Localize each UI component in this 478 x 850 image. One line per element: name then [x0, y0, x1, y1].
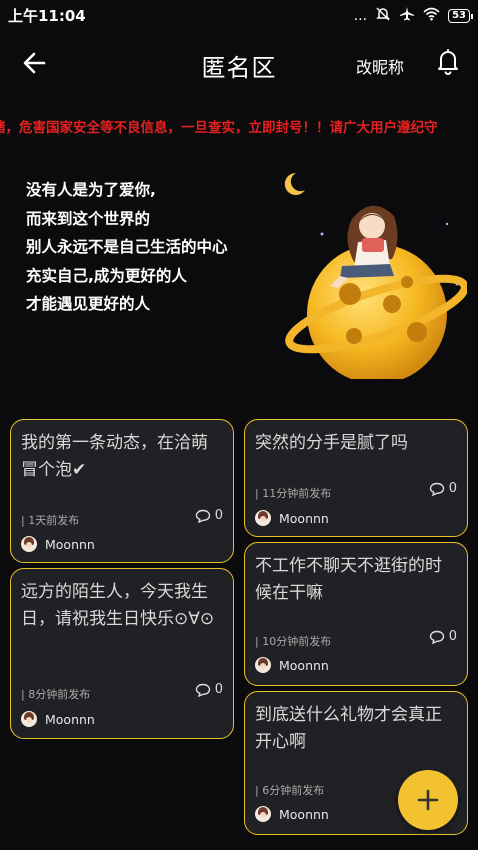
- post-content: 远方的陌生人，今天我生日，请祝我生日快乐⊙∀⊙: [21, 582, 215, 629]
- comment-count-value: 0: [448, 481, 457, 496]
- post-time: | 11分钟前发布: [255, 487, 332, 500]
- author-name: Moonnn: [279, 806, 329, 822]
- post-content: 突然的分手是腻了吗: [255, 433, 408, 453]
- post-card[interactable]: 不工作不聊天不逛街的时候在干嘛 | 10分钟前发布 0 Moonnn: [244, 542, 468, 686]
- comment-count-value: 0: [448, 629, 457, 644]
- hero-line: 才能遇见更好的人: [26, 295, 151, 313]
- status-icons: ... 53: [353, 6, 473, 26]
- post-author[interactable]: Moonnn: [21, 711, 95, 727]
- avatar: [21, 536, 37, 552]
- bell-icon: [438, 49, 458, 75]
- hero-line: 充实自己,成为更好的人: [26, 266, 187, 285]
- author-name: Moonnn: [45, 711, 95, 727]
- hero-line: 而来到这个世界的: [26, 209, 151, 228]
- author-name: Moonnn: [279, 657, 329, 673]
- rename-button[interactable]: 改昵称: [356, 54, 404, 78]
- comment-count[interactable]: 0: [195, 682, 223, 697]
- post-content: 我的第一条动态，在洽萌冒个泡✔: [21, 433, 208, 480]
- battery-indicator: 53: [448, 9, 473, 23]
- post-time: | 6分钟前发布: [255, 784, 325, 797]
- post-author[interactable]: Moonnn: [255, 510, 329, 526]
- wifi-icon: [423, 7, 440, 25]
- avatar: [255, 806, 271, 822]
- hero-quote: 没有人是为了爱你, 而来到这个世界的 别人永远不是自己生活的中心 充实自己,成为…: [26, 176, 266, 319]
- notice-marquee: 赌，危害国家安全等不良信息，一旦查实，立即封号！！请广大用户遵纪守: [0, 114, 478, 138]
- comment-count[interactable]: 0: [429, 629, 457, 644]
- notice-text: 赌，危害国家安全等不良信息，一旦查实，立即封号！！请广大用户遵纪守: [0, 120, 438, 136]
- comment-count[interactable]: 0: [429, 481, 457, 496]
- post-author[interactable]: Moonnn: [255, 657, 329, 673]
- post-author[interactable]: Moonnn: [21, 536, 95, 552]
- comment-count-value: 0: [214, 508, 223, 523]
- avatar: [255, 657, 271, 673]
- mute-icon: [375, 6, 391, 26]
- comment-icon: [195, 683, 210, 697]
- post-time: | 1天前发布: [21, 514, 80, 527]
- avatar: [21, 711, 37, 727]
- hero-line: 没有人是为了爱你,: [26, 181, 156, 199]
- hero-line: 别人永远不是自己生活的中心: [26, 238, 228, 256]
- girl-on-planet-illustration: [285, 205, 467, 379]
- author-name: Moonnn: [279, 510, 329, 526]
- avatar: [255, 510, 271, 526]
- post-card[interactable]: 远方的陌生人，今天我生日，请祝我生日快乐⊙∀⊙ | 8分钟前发布 0 Moonn…: [10, 568, 234, 739]
- status-dots: ...: [353, 8, 368, 24]
- post-time: | 10分钟前发布: [255, 635, 332, 648]
- post-card[interactable]: 我的第一条动态，在洽萌冒个泡✔ | 1天前发布 0 Moonnn: [10, 419, 234, 563]
- post-time: | 8分钟前发布: [21, 688, 91, 701]
- page-title: 匿名区: [201, 54, 277, 82]
- post-content: 到底送什么礼物才会真正开心啊: [255, 705, 442, 752]
- author-name: Moonnn: [45, 536, 95, 552]
- post-card[interactable]: 突然的分手是腻了吗 | 11分钟前发布 0 Moonnn: [244, 419, 468, 537]
- post-content: 不工作不聊天不逛街的时候在干嘛: [255, 556, 442, 603]
- comment-count[interactable]: 0: [195, 508, 223, 523]
- comment-icon: [429, 630, 444, 644]
- airplane-icon: [399, 6, 415, 26]
- status-time: 上午11:04: [8, 7, 86, 25]
- top-bar: 匿名区 改昵称: [0, 36, 478, 90]
- status-bar: 上午11:04 ... 53: [0, 0, 478, 30]
- post-author[interactable]: Moonnn: [255, 806, 329, 822]
- comment-count-value: 0: [214, 682, 223, 697]
- comment-icon: [429, 482, 444, 496]
- comment-icon: [195, 509, 210, 523]
- new-post-button[interactable]: [398, 770, 458, 830]
- plus-icon: [417, 789, 439, 811]
- notification-button[interactable]: [434, 46, 462, 76]
